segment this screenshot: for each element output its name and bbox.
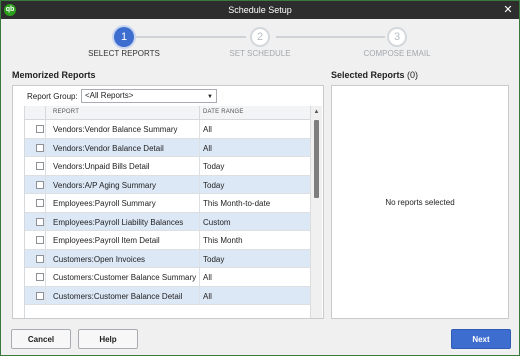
chevron-down-icon: ▼ bbox=[207, 94, 213, 100]
step-2-label: SET SCHEDULE bbox=[229, 49, 291, 58]
step-connector bbox=[134, 36, 246, 38]
table-row[interactable]: Customers:Open Invoices Today bbox=[25, 249, 311, 268]
step-1-indicator: 1 bbox=[114, 27, 134, 47]
table-row[interactable]: Employees:Payroll Item Detail This Month bbox=[25, 231, 311, 250]
row-checkbox[interactable] bbox=[36, 199, 44, 207]
selected-reports-heading: Selected Reports (0) bbox=[331, 67, 509, 83]
schedule-setup-window: qb Schedule Setup ✕ 1 SELECT REPORTS 2 S… bbox=[0, 0, 520, 356]
memorized-reports-panel: Memorized Reports Report Group: <All Rep… bbox=[12, 67, 324, 319]
report-date-range: All bbox=[203, 143, 212, 153]
table-row[interactable]: Vendors:Vendor Balance Summary All bbox=[25, 120, 311, 139]
row-checkbox[interactable] bbox=[36, 217, 44, 226]
table-row[interactable]: Vendors:Unpaid Bills Detail Today bbox=[25, 157, 311, 176]
step-3-indicator: 3 bbox=[387, 27, 407, 47]
column-divider bbox=[199, 106, 200, 120]
report-name: Vendors:Vendor Balance Detail bbox=[53, 143, 164, 153]
row-checkbox[interactable] bbox=[36, 273, 44, 281]
report-name: Vendors:Vendor Balance Summary bbox=[53, 125, 178, 134]
report-date-range: Custom bbox=[203, 217, 231, 227]
row-checkbox[interactable] bbox=[36, 236, 44, 244]
report-date-range: All bbox=[203, 125, 212, 134]
selected-reports-count: (0) bbox=[407, 70, 419, 80]
memorized-reports-title: Memorized Reports bbox=[12, 70, 96, 80]
row-checkbox[interactable] bbox=[36, 180, 44, 189]
table-row[interactable]: Vendors:A/P Aging Summary Today bbox=[25, 175, 311, 194]
report-name: Customers:Open Invoices bbox=[53, 254, 146, 264]
scroll-up-icon[interactable]: ▲ bbox=[311, 106, 322, 118]
report-date-range: This Month-to-date bbox=[203, 199, 271, 208]
column-header-date-range[interactable]: DATE RANGE bbox=[203, 109, 244, 115]
step-2-indicator: 2 bbox=[250, 27, 270, 47]
dialog-footer: Cancel Help Next bbox=[1, 323, 519, 355]
selected-reports-title: Selected Reports bbox=[331, 70, 405, 80]
report-date-range: Today bbox=[203, 254, 225, 264]
column-header-report[interactable]: REPORT bbox=[53, 109, 79, 115]
table-row[interactable]: Customers:Customer Balance Detail All bbox=[25, 286, 311, 305]
table-row[interactable]: Customers:Customer Balance Summary All bbox=[25, 268, 311, 287]
report-name: Employees:Payroll Liability Balances bbox=[53, 217, 184, 227]
report-date-range: Today bbox=[203, 180, 225, 190]
row-checkbox[interactable] bbox=[36, 254, 44, 263]
table-header: REPORT DATE RANGE bbox=[25, 106, 311, 120]
cancel-button[interactable]: Cancel bbox=[11, 329, 71, 349]
report-group-value: <All Reports> bbox=[85, 91, 134, 100]
selected-reports-box: No reports selected bbox=[331, 85, 509, 319]
row-checkbox[interactable] bbox=[36, 291, 44, 300]
report-name: Employees:Payroll Item Detail bbox=[53, 236, 160, 245]
report-date-range: This Month bbox=[203, 236, 243, 245]
table-body: Vendors:Vendor Balance Summary All Vendo… bbox=[25, 120, 311, 305]
step-connector bbox=[276, 36, 385, 38]
scroll-thumb[interactable] bbox=[314, 120, 319, 198]
report-group-label: Report Group: bbox=[27, 92, 78, 101]
table-row[interactable]: Vendors:Vendor Balance Detail All bbox=[25, 138, 311, 157]
table-row[interactable]: Employees:Payroll Summary This Month-to-… bbox=[25, 194, 311, 213]
table-scrollbar[interactable]: ▲ bbox=[310, 106, 322, 318]
empty-selection-message: No reports selected bbox=[385, 198, 455, 207]
help-button[interactable]: Help bbox=[78, 329, 138, 349]
report-date-range: All bbox=[203, 273, 212, 282]
close-icon[interactable]: ✕ bbox=[502, 3, 514, 17]
report-date-range: Today bbox=[203, 162, 225, 171]
report-group-dropdown[interactable]: <All Reports> ▼ bbox=[81, 89, 217, 103]
column-divider bbox=[45, 106, 46, 120]
window-title: Schedule Setup bbox=[228, 5, 292, 15]
report-name: Customers:Customer Balance Detail bbox=[53, 291, 183, 301]
step-3-label: COMPOSE EMAIL bbox=[363, 49, 431, 58]
title-bar: qb Schedule Setup ✕ bbox=[1, 1, 519, 19]
reports-table: REPORT DATE RANGE Vendors:Vendor Balance… bbox=[24, 106, 322, 318]
row-checkbox[interactable] bbox=[36, 143, 44, 152]
report-name: Customers:Customer Balance Summary bbox=[53, 273, 197, 282]
wizard-stepper: 1 SELECT REPORTS 2 SET SCHEDULE 3 COMPOS… bbox=[1, 19, 519, 61]
memorized-reports-box: Report Group: <All Reports> ▼ REPORT DAT… bbox=[12, 85, 324, 319]
report-date-range: All bbox=[203, 291, 212, 301]
next-button[interactable]: Next bbox=[451, 329, 511, 349]
report-name: Vendors:A/P Aging Summary bbox=[53, 180, 157, 190]
report-name: Vendors:Unpaid Bills Detail bbox=[53, 162, 150, 171]
report-group-row: Report Group: <All Reports> ▼ bbox=[13, 86, 323, 106]
step-1-label: SELECT REPORTS bbox=[88, 49, 160, 58]
report-name: Employees:Payroll Summary bbox=[53, 199, 156, 208]
table-row[interactable]: Employees:Payroll Liability Balances Cus… bbox=[25, 212, 311, 231]
row-checkbox[interactable] bbox=[36, 162, 44, 170]
selected-reports-panel: Selected Reports (0) No reports selected bbox=[331, 67, 509, 319]
row-checkbox[interactable] bbox=[36, 125, 44, 133]
